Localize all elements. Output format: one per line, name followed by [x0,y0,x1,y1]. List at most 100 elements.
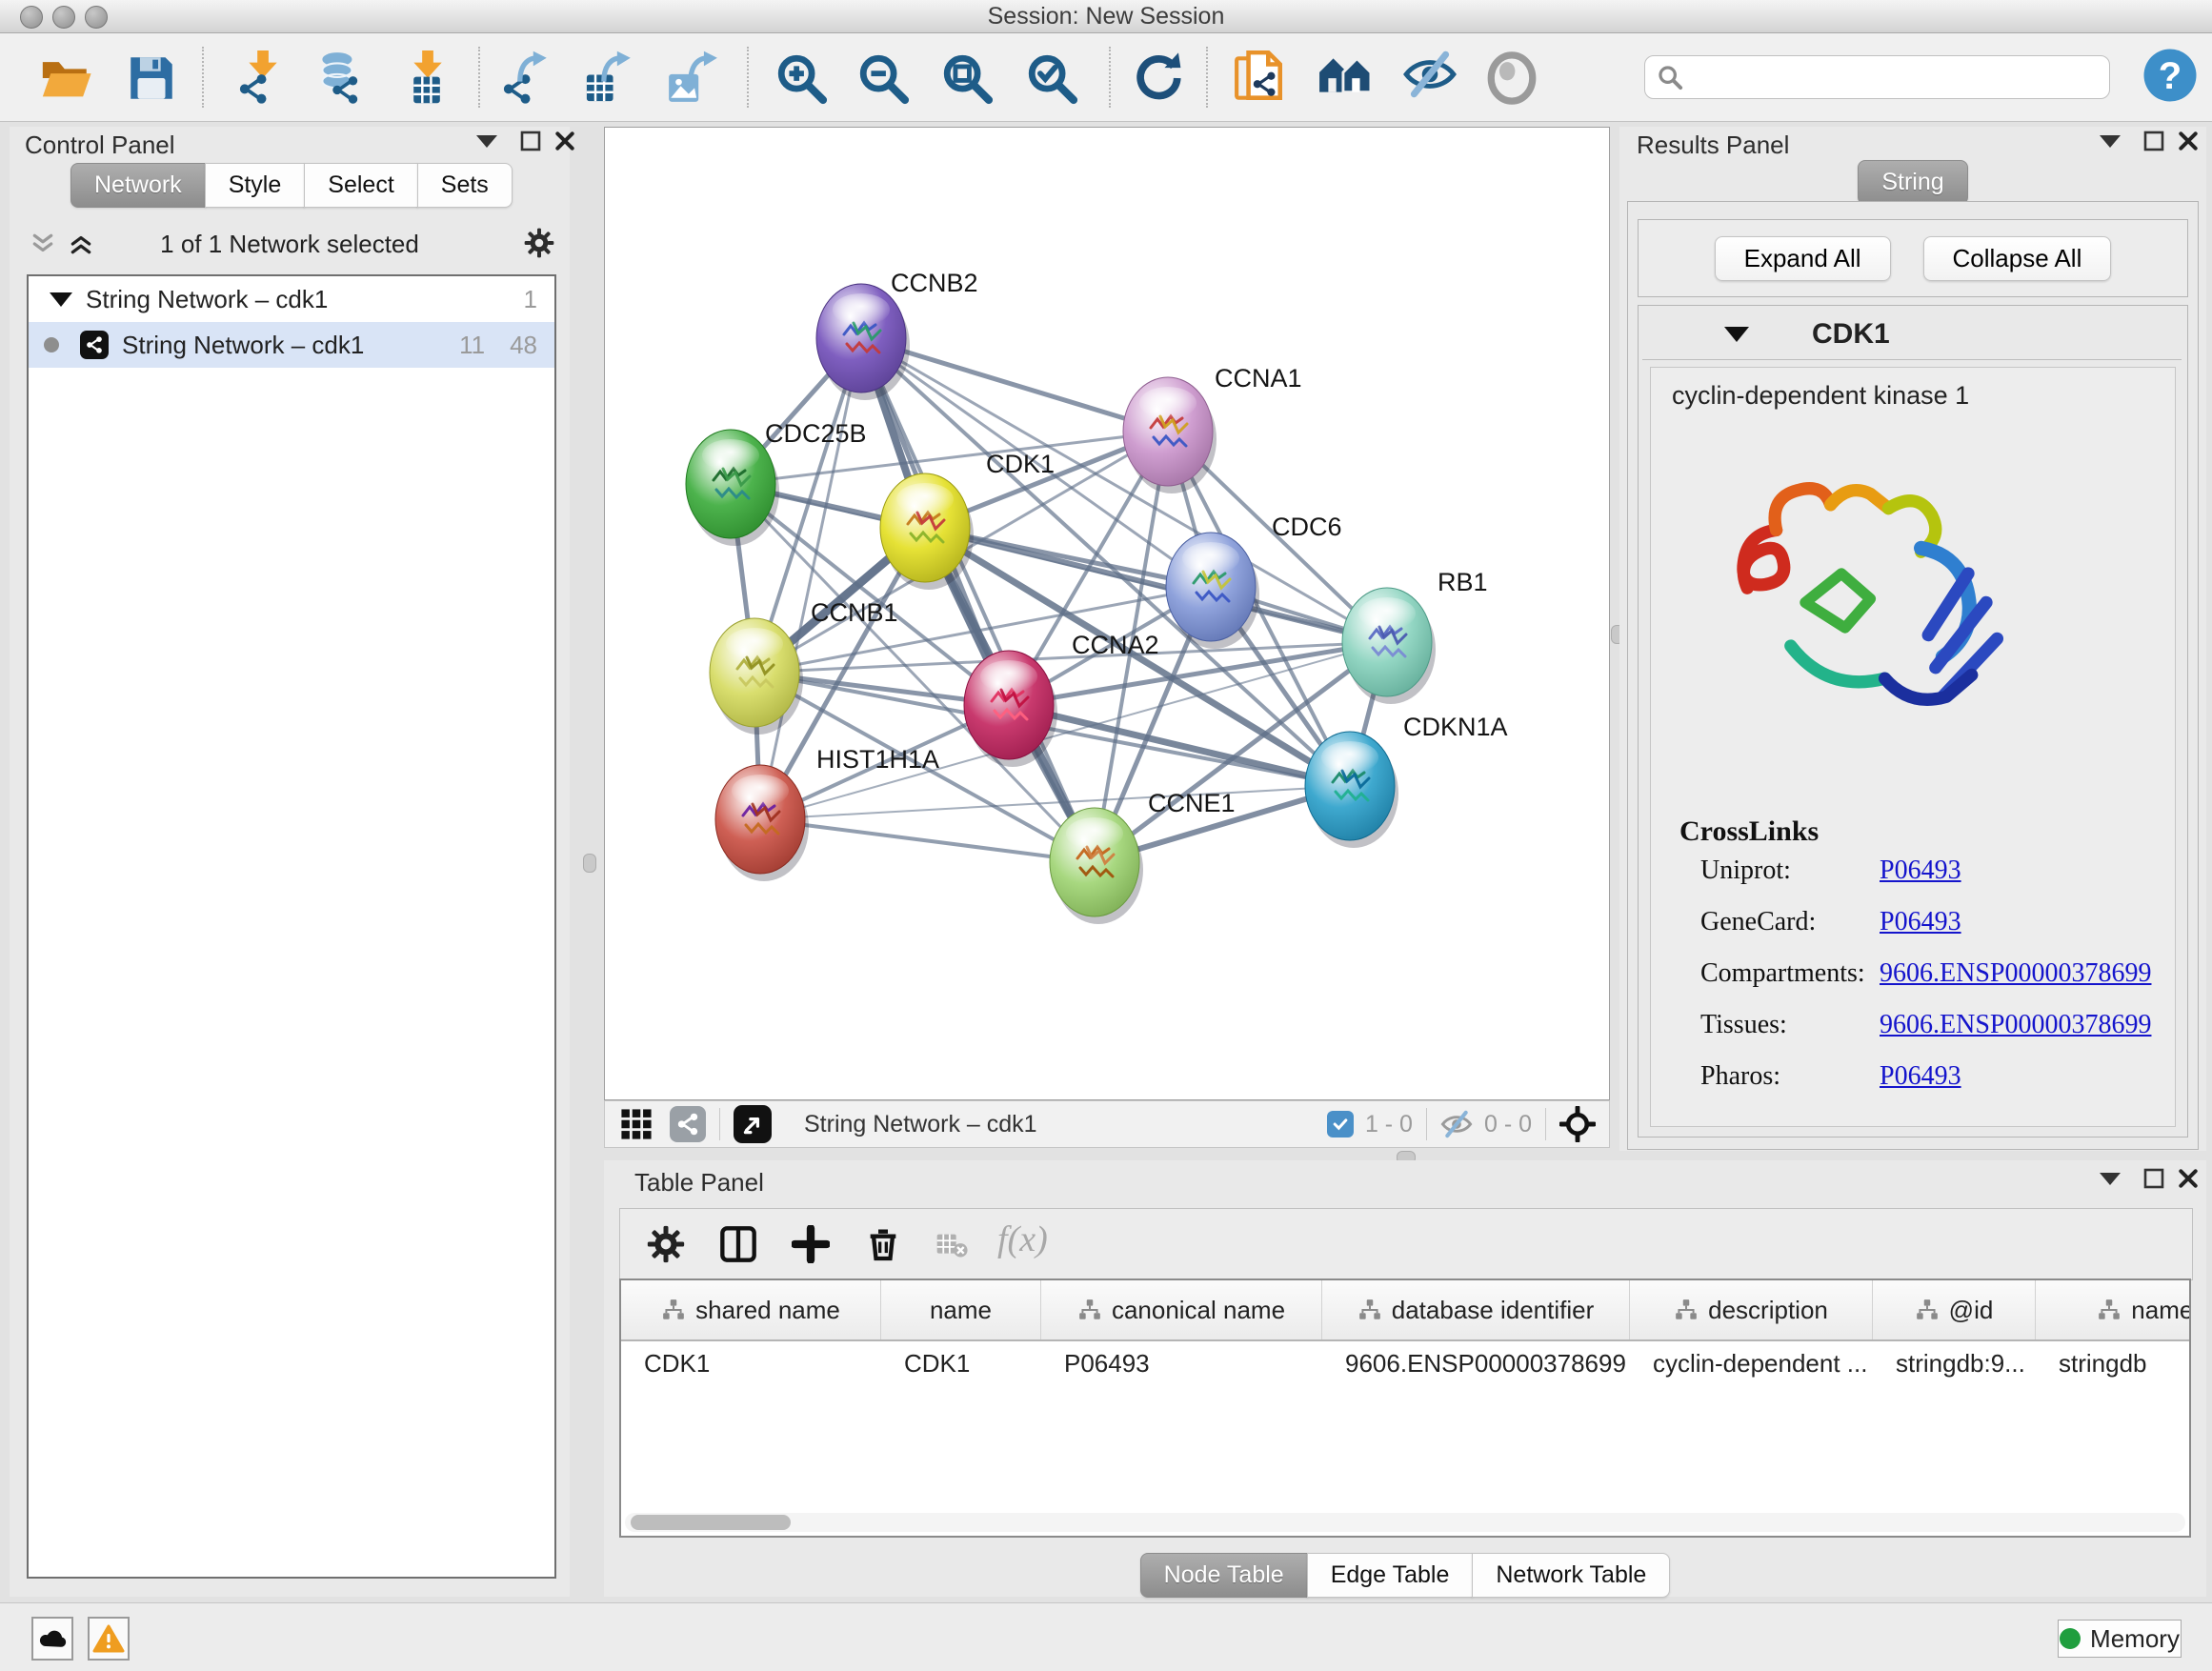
help-icon[interactable]: ? [2142,47,2197,102]
memory-button[interactable]: Memory [2058,1620,2182,1658]
network-row-selected[interactable]: String Network – cdk1 11 48 [29,322,554,368]
crosshair-icon[interactable] [1559,1106,1596,1142]
results-scroll-area[interactable]: CDK1 cyclin-dependent kinase 1 [1638,305,2188,1137]
table-panel-close-icon[interactable] [2174,1164,2202,1193]
share-network-icon[interactable] [670,1106,706,1142]
crosslink-link[interactable]: P06493 [1880,907,1961,937]
control-panel-menu-icon[interactable] [473,127,501,155]
export-table-icon[interactable] [580,50,635,106]
results-panel-menu-icon[interactable] [2096,127,2124,155]
table-panel-menu-icon[interactable] [2096,1164,2124,1193]
node-cdkn1a[interactable]: CDKN1A [1305,713,1508,848]
column-header-shared-name[interactable]: shared name [621,1280,881,1339]
export-network-icon[interactable] [498,50,553,106]
hidden-eye-icon[interactable] [1440,1110,1473,1138]
share-document-icon[interactable] [1233,50,1288,106]
table-panel-float-icon[interactable] [2140,1164,2168,1193]
table-horizontal-scrollbar[interactable] [625,1513,2185,1532]
column-header-name[interactable]: name [881,1280,1041,1339]
apply-preferred-layout-icon[interactable] [1129,50,1184,106]
column-header--id[interactable]: @id [1873,1280,2036,1339]
column-header-canonical-name[interactable]: canonical name [1041,1280,1322,1339]
open-in-window-icon[interactable] [734,1105,772,1143]
control-tab-style[interactable]: Style [205,163,306,208]
control-tab-network[interactable]: Network [70,163,206,208]
control-tab-select[interactable]: Select [304,163,417,208]
column-header-database-identifier[interactable]: database identifier [1322,1280,1630,1339]
control-panel-float-icon[interactable] [516,127,545,155]
cell--id[interactable]: stringdb:9... [1873,1341,2036,1385]
export-image-icon[interactable] [665,50,720,106]
gene-section-header[interactable]: CDK1 [1642,310,2182,360]
scrollbar-thumb[interactable] [631,1515,791,1530]
edge[interactable] [1009,705,1350,786]
cell-name[interactable]: CDK1 [881,1341,1041,1385]
zoom-out-icon[interactable] [855,50,911,106]
search-input[interactable] [1683,63,2087,91]
toggle-bird-eye-icon[interactable] [1484,50,1539,106]
control-panel-close-icon[interactable] [551,127,579,155]
crosslink-link[interactable]: P06493 [1880,856,1961,886]
import-network-from-database-icon[interactable] [312,50,367,106]
network-graph[interactable]: CCNB2CCNA1CDC25BCDK1CDC6RB1CCNB1CCNA2CDK… [605,128,1609,1099]
cell-namespace[interactable]: stringdb [2036,1341,2191,1385]
tab-node-table[interactable]: Node Table [1140,1553,1308,1598]
show-hide-graphic-details-icon[interactable] [1402,50,1458,106]
cell-shared-name[interactable]: CDK1 [621,1341,881,1385]
network-canvas[interactable]: CCNB2CCNA1CDC25BCDK1CDC6RB1CCNB1CCNA2CDK… [604,127,1610,1100]
node-ccne1[interactable]: CCNE1 [1050,789,1236,924]
tab-string[interactable]: String [1858,160,1967,205]
network-options-gear-icon[interactable] [524,228,554,258]
crosslink-row: GeneCard:P06493 [1700,907,2158,937]
gene-expand-icon[interactable] [1724,327,1749,342]
import-network-from-file-icon[interactable] [234,50,290,106]
node-table[interactable]: shared namenamecanonical namedatabase id… [619,1278,2191,1538]
warning-status-button[interactable] [88,1617,130,1661]
tab-network-table[interactable]: Network Table [1472,1553,1670,1598]
node-rb1[interactable]: RB1 [1342,568,1488,704]
node-cdc6[interactable]: CDC6 [1166,513,1342,649]
results-panel-float-icon[interactable] [2140,127,2168,155]
node-ccnb2[interactable]: CCNB2 [816,269,978,400]
open-session-icon[interactable] [38,50,93,106]
node-ccna2[interactable]: CCNA2 [964,631,1159,767]
selected-checkbox-icon[interactable] [1327,1111,1354,1137]
zoom-in-icon[interactable] [774,50,829,106]
control-tab-sets[interactable]: Sets [417,163,513,208]
table-settings-gear-icon[interactable] [647,1225,685,1263]
current-network-dot-icon [44,337,59,352]
import-table-from-file-icon[interactable] [399,50,454,106]
collection-expand-icon[interactable] [50,292,72,307]
results-panel-close-icon[interactable] [2174,127,2202,155]
collapse-all-button[interactable]: Collapse All [1923,236,2112,281]
column-header-namespace[interactable]: namespace [2036,1280,2191,1339]
open-home-icon[interactable] [1317,50,1373,106]
node-cdc25b[interactable]: CDC25B [686,419,867,546]
grid-overview-icon[interactable] [620,1108,653,1140]
create-column-icon[interactable] [792,1225,830,1263]
table-row[interactable]: CDK1CDK1P064939606.ENSP00000378699cyclin… [621,1341,2189,1385]
edge[interactable] [760,819,1095,862]
tab-edge-table[interactable]: Edge Table [1307,1553,1474,1598]
zoom-selected-icon[interactable] [1024,50,1079,106]
crosslink-link[interactable]: P06493 [1880,1061,1961,1092]
expand-all-button[interactable]: Expand All [1715,236,1891,281]
cloud-status-button[interactable] [31,1617,73,1661]
network-node-count: 11 [459,331,485,360]
show-column-icon[interactable] [719,1225,757,1263]
search-field[interactable] [1644,55,2110,99]
node-hist1h1a[interactable]: HIST1H1A [715,745,939,881]
delete-column-icon[interactable] [864,1225,902,1263]
node-label: HIST1H1A [816,745,939,774]
cell-canonical-name[interactable]: P06493 [1041,1341,1322,1385]
zoom-fit-content-icon[interactable] [939,50,995,106]
vertical-splitter-handle[interactable] [583,854,596,873]
cell-description[interactable]: cyclin-dependent ... [1630,1341,1873,1385]
crosslink-link[interactable]: 9606.ENSP00000378699 [1880,1010,2151,1040]
crosslink-link[interactable]: 9606.ENSP00000378699 [1880,958,2151,989]
column-header-description[interactable]: description [1630,1280,1873,1339]
memory-status-dot [2060,1628,2081,1649]
network-collection-row[interactable]: String Network – cdk1 1 [29,276,554,322]
cell-database-identifier[interactable]: 9606.ENSP00000378699 [1322,1341,1630,1385]
save-session-icon[interactable] [124,50,179,106]
